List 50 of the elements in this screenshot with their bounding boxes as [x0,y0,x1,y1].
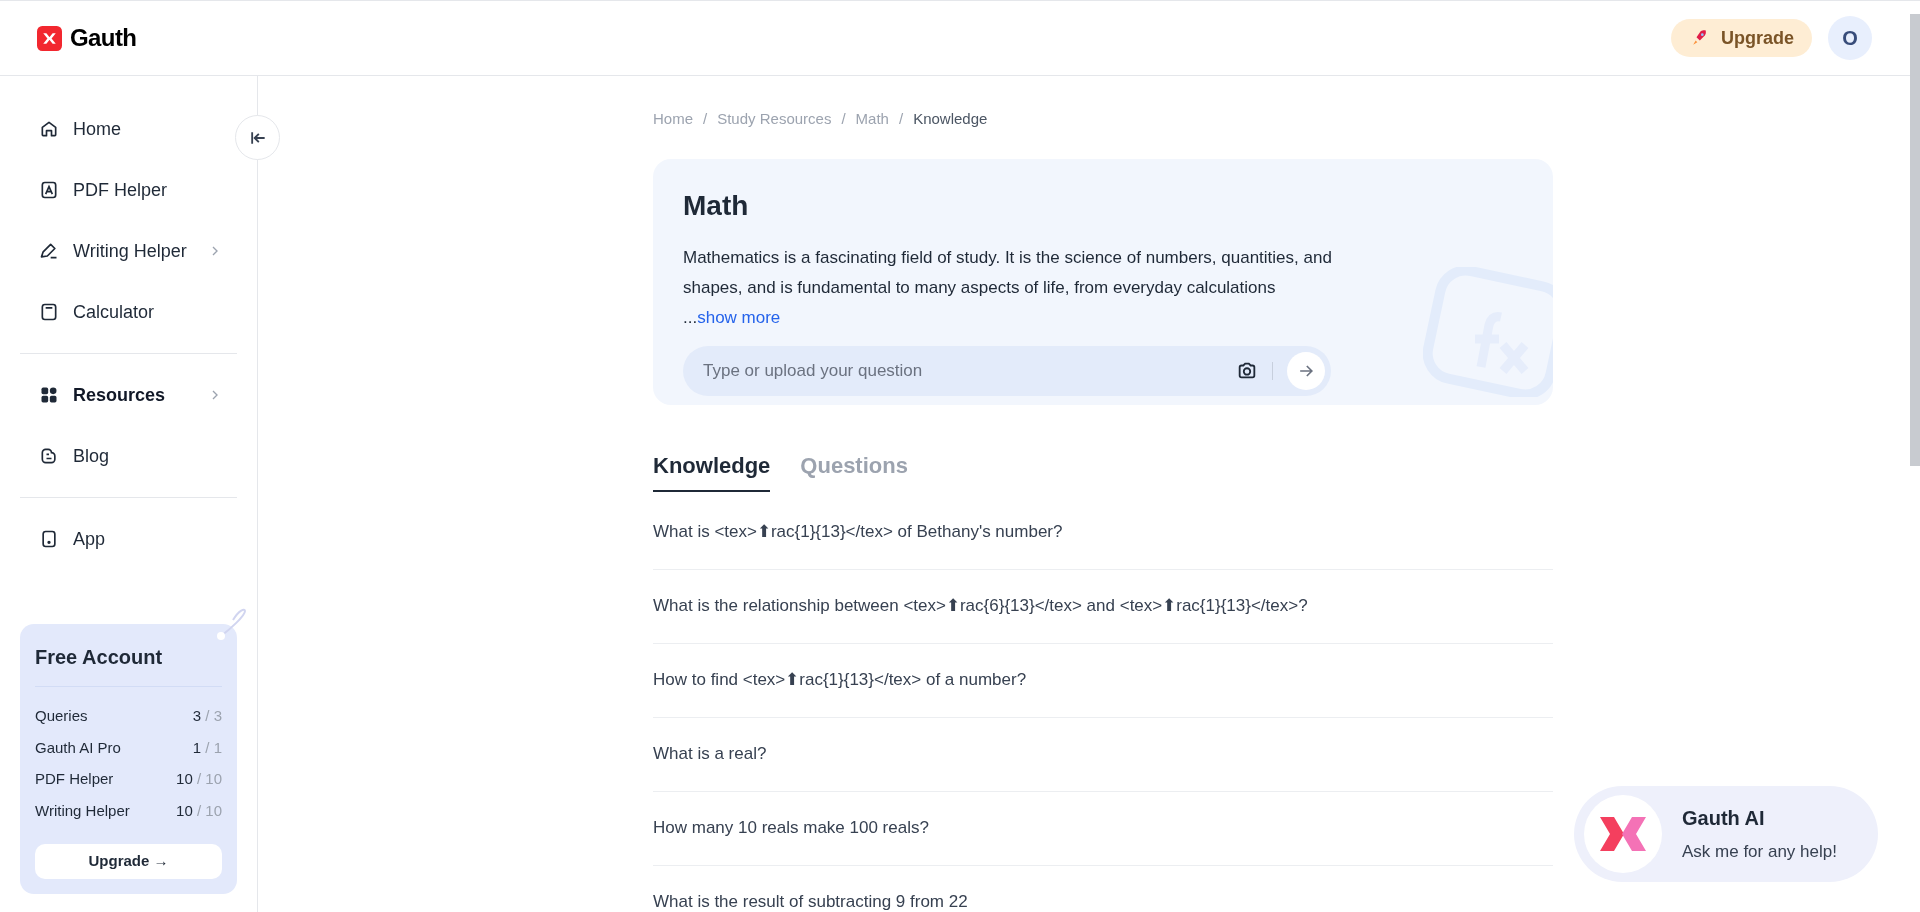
breadcrumb-separator: / [841,109,846,129]
submit-button[interactable] [1287,351,1325,390]
account-title: Free Account [35,642,222,687]
avatar[interactable]: O [1828,16,1872,60]
scrollbar[interactable] [1910,14,1920,466]
sidebar-item[interactable]: Writing Helper [20,226,237,276]
phone-icon [39,529,59,549]
sidebar-item[interactable]: App [20,514,237,564]
show-more-link[interactable]: show more [697,307,781,327]
question-link[interactable]: What is <tex>⬆rac{1}{13}</tex> of Bethany's number? [653,519,1063,545]
blog-icon [39,446,59,466]
question-link[interactable]: How to find <tex>⬆rac{1}{13}</tex> of a number? [653,667,1027,693]
question-input[interactable]: Type or upload your question [703,357,1236,384]
quota-label: Queries [35,706,88,726]
collapse-sidebar-button[interactable] [235,115,280,160]
quota-value: 3 / 3 [192,706,222,726]
question-link[interactable]: How many 10 reals make 100 reals? [653,815,929,841]
pen-icon [39,241,59,261]
quota-label: Writing Helper [35,800,130,821]
question-link[interactable]: What is the relationship between <tex>⬆rac{6}{13}</tex> and <tex>⬆rac{1}{13}</tex>? [653,593,1308,619]
sidebar-item[interactable]: Home [20,104,237,154]
tab[interactable]: Knowledge [653,448,771,492]
quota-label: Gauth AI Pro [35,737,121,758]
page-title: Math [683,188,750,223]
question-link[interactable]: What is the result of subtracting 9 from 22 [653,889,968,912]
breadcrumb-separator: / [703,109,708,129]
quota-value: 10 / 10 [176,769,222,789]
sidebar-item[interactable]: Blog [20,431,237,481]
chat-widget[interactable]: Gauth AI Ask me for any help! [1574,786,1878,882]
question-link[interactable]: What is a real? [653,741,767,767]
quota-value: 10 / 10 [176,800,222,821]
logo-icon [37,25,62,51]
logo-icon [1598,817,1648,851]
upgrade-button[interactable]: Upgrade [1671,19,1812,57]
subject-description: Mathematics is a fascinating field of study. It is the science of numbers, quantities, and shapes, and is fundamental to many aspects of life, from everyday calculations ...show more [683,246,1333,329]
pdf-icon [39,180,59,200]
logo-text: Gauth [70,23,137,53]
home-icon [39,119,59,139]
breadcrumb-current: Knowledge [913,109,988,129]
chat-widget-subtitle: Ask me for any help! [1682,841,1837,864]
breadcrumb-separator: / [898,109,904,129]
account-upgrade-button[interactable]: Upgrade → [35,844,222,879]
quota-label: PDF Helper [35,769,114,789]
chat-widget-title: Gauth AI [1682,806,1766,832]
search-bar[interactable]: Type or upload your question [683,345,1331,396]
grid-icon [39,385,59,405]
quota-value: 1 / 1 [192,737,222,758]
sidebar-item[interactable]: PDF Helper [20,165,237,215]
sidebar-item[interactable]: Resources [20,370,237,420]
sidebar-item[interactable]: Calculator [20,287,237,337]
